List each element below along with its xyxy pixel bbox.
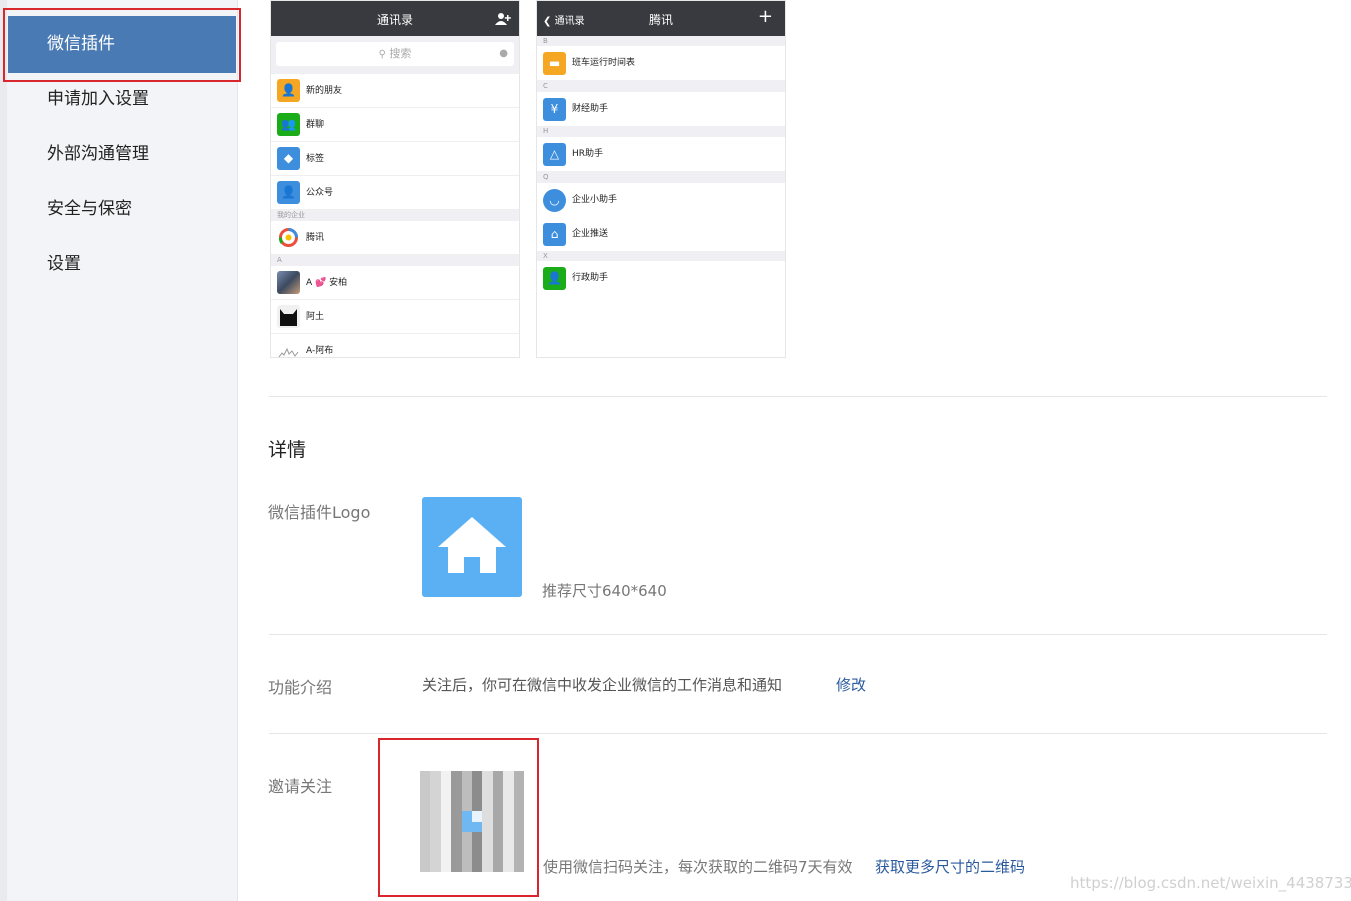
list-item-label: 财经助手 [572,104,609,114]
sidebar-item-security[interactable]: 安全与保密 [7,182,238,237]
avatar-photo [277,271,300,294]
avatar-chart [277,339,300,357]
page-title: 详情 [268,439,307,461]
admin-icon: 👤 [543,267,566,290]
plus-icon: + [757,6,773,27]
highlight-box-qr [378,738,539,897]
list-item-label: 班车运行时间表 [572,58,636,68]
qr-hint: 使用微信扫码关注，每次获取的二维码7天有效 [543,858,853,876]
avatar-cat [277,305,300,328]
home-icon [438,517,506,573]
list-item-label: A-阿布 [306,346,334,356]
hr-icon: △ [543,143,566,166]
watermark: https://blog.csdn.net/weixin_44387339 [1070,874,1351,892]
list-item: ⌂ 企业推送 [537,217,785,251]
list-item-label: 企业小助手 [572,195,618,205]
phone-header: 通讯录 [271,1,519,36]
list-item-label: 行政助手 [572,273,609,283]
section-header: B [537,36,785,46]
list-item: ¥ 财经助手 [537,92,785,126]
list-item-label: 标签 [306,154,325,164]
get-more-qr-sizes-link[interactable]: 获取更多尺寸的二维码 [875,856,1025,877]
invite-field-label: 邀请关注 [268,777,333,796]
section-header: H [537,126,785,137]
phone-header: ❮ 通讯录 腾讯 + [537,1,785,36]
list-item: 腾讯 [271,221,519,255]
divider [269,733,1327,734]
list-item-label: 腾讯 [306,233,325,243]
search-icon: ⚲ [378,49,386,60]
bus-icon: ▬ [543,52,566,75]
phone-mockup-enterprise: ❮ 通讯录 腾讯 + B ▬ 班车运行时间表 C ¥ 财经助手 H △ HR助手… [536,0,786,358]
yen-icon: ¥ [543,98,566,121]
tencent-logo-icon [277,226,300,249]
list-item: 👥 群聊 [271,108,519,142]
intro-field-label: 功能介绍 [268,678,333,697]
section-header: X [537,251,785,261]
phone-title: 通讯录 [376,13,413,27]
intro-text: 关注后，你可在微信中收发企业微信的工作消息和通知 [422,676,783,694]
search-bar: ⚲ 搜索 ● [271,36,519,74]
sidebar-edge [0,0,7,901]
phone-title: 腾讯 [648,13,673,27]
section-header: Q [537,171,785,183]
list-item: 👤 公众号 [271,176,519,210]
section-header: A [271,255,519,266]
list-item-label: 企业推送 [572,229,609,239]
home-icon: ⌂ [543,223,566,246]
list-item-label: 阿土 [306,312,325,322]
microphone-icon: ● [499,48,508,59]
divider [269,396,1327,397]
list-item: 👤 行政助手 [537,261,785,295]
list-item-label: HR助手 [572,149,604,159]
list-item: 👤 新的朋友 [271,74,519,108]
list-item: ◆ 标签 [271,142,519,176]
edit-intro-link[interactable]: 修改 [836,674,866,695]
logo-field-label: 微信插件Logo [268,503,371,522]
list-item: A 💕 安柏 [271,266,519,300]
assistant-icon: ◡ [543,189,566,212]
list-item-label: 群聊 [306,120,325,130]
add-contact-icon [495,13,511,25]
list-item: ▬ 班车运行时间表 [537,46,785,80]
search-placeholder: 搜索 [389,47,412,60]
list-item: A-阿布 [271,334,519,357]
phone-mockup-contacts: 通讯录 ⚲ 搜索 ● 👤 新的朋友 👥 群聊 ◆ 标签 👤 公众号 我的企业 腾… [270,0,520,358]
search-input[interactable]: ⚲ 搜索 ● [276,42,514,66]
list-item: ◡ 企业小助手 [537,183,785,217]
list-item: 阿土 [271,300,519,334]
divider [269,634,1327,635]
official-account-icon: 👤 [277,181,300,204]
section-header: C [537,80,785,92]
tag-icon: ◆ [277,147,300,170]
group-chat-icon: 👥 [277,113,300,136]
logo-size-hint: 推荐尺寸640*640 [542,582,667,600]
list-item-label: A 💕 安柏 [306,278,348,288]
list-item-label: 新的朋友 [306,86,343,96]
new-friend-icon: 👤 [277,79,300,102]
sidebar-item-external-communication[interactable]: 外部沟通管理 [7,127,238,182]
section-header: 我的企业 [271,210,519,221]
list-item-label: 公众号 [306,188,334,198]
plugin-logo [422,497,522,597]
sidebar-item-settings[interactable]: 设置 [7,237,238,292]
highlight-box-sidebar [3,8,241,82]
list-item: △ HR助手 [537,137,785,171]
